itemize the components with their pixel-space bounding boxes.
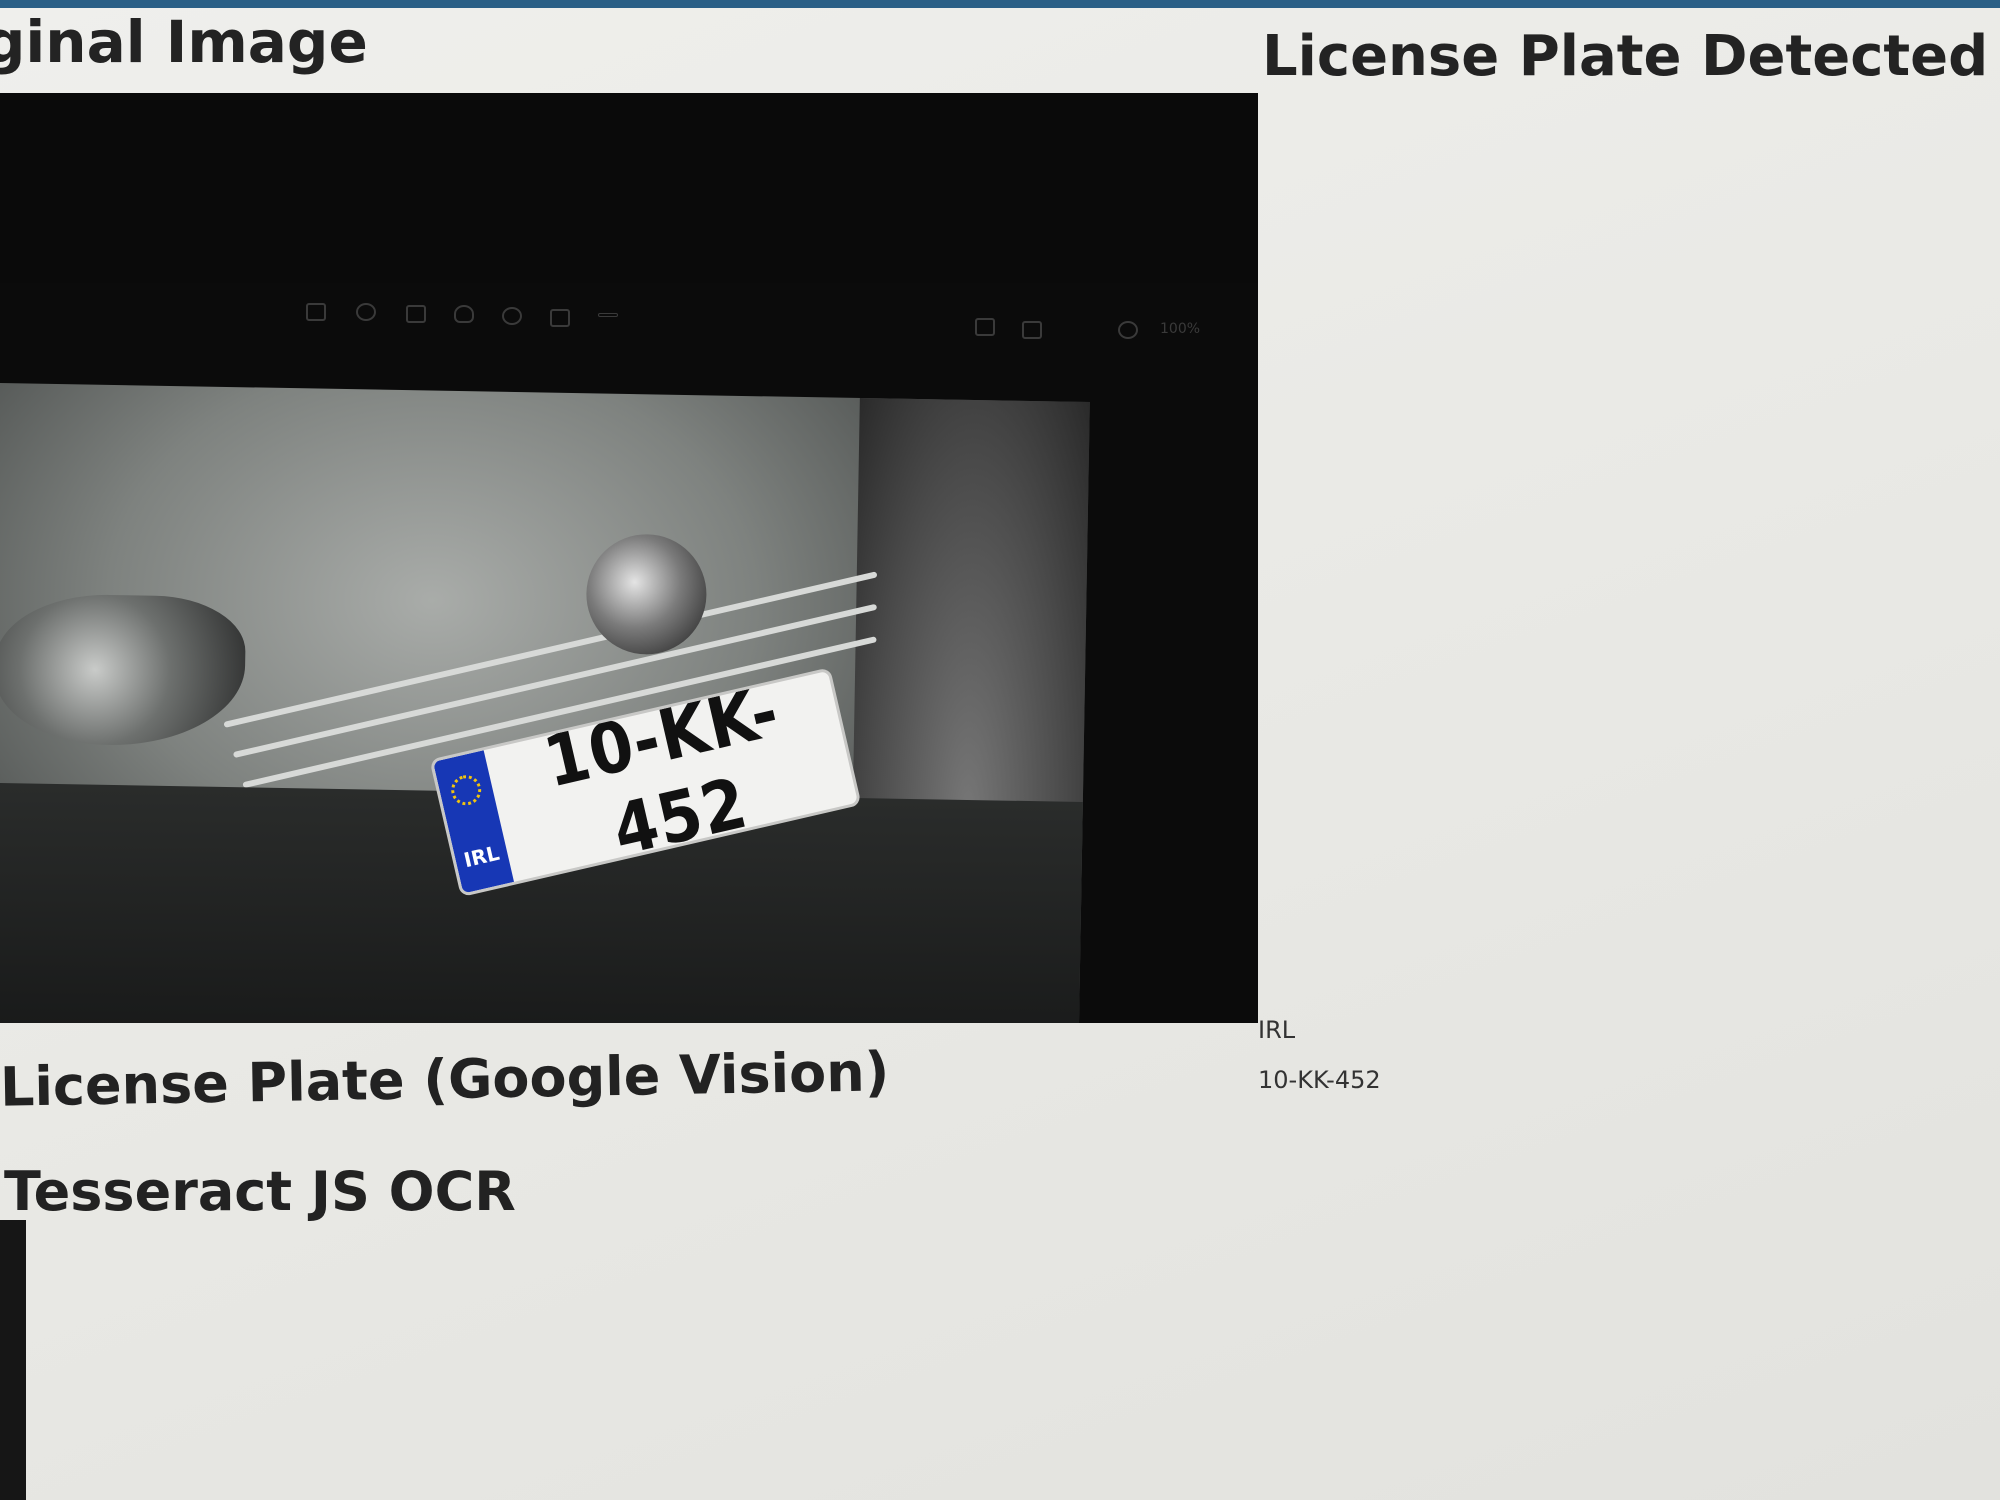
info-icon <box>502 307 522 325</box>
zoom-icon <box>1118 321 1138 339</box>
browser-top-strip <box>0 0 2000 8</box>
fit-icon <box>1022 321 1042 339</box>
car-headlight <box>0 592 247 748</box>
google-vision-heading: License Plate (Google Vision) <box>0 1040 890 1119</box>
original-image: 100% IRL 10-KK-452 <box>0 93 1258 1023</box>
car-photo: IRL 10-KK-452 <box>0 383 1090 1023</box>
detected-plate: 10-KK-452 <box>1258 1066 1381 1094</box>
detected-country: IRL <box>1258 1016 1296 1044</box>
car-badge <box>585 533 708 656</box>
gallery-icon <box>550 309 570 327</box>
tesseract-ocr-heading: Tesseract JS OCR <box>4 1160 516 1223</box>
plate-country-code: IRL <box>461 840 502 872</box>
image-viewer-toolbar: 100% <box>0 93 1258 339</box>
monitor-bezel <box>0 1220 26 1500</box>
delete-icon <box>406 305 426 323</box>
license-plate-detected-heading: License Plate Detected <box>1262 24 1989 89</box>
expand-icon <box>975 318 995 336</box>
more-icon <box>598 313 618 317</box>
edit-icon <box>306 303 326 321</box>
rotate-icon <box>356 303 376 321</box>
favorite-icon <box>454 305 474 323</box>
original-image-heading: iginal Image <box>0 8 368 76</box>
zoom-level: 100% <box>1160 321 1201 337</box>
eu-stars-icon <box>448 772 485 809</box>
